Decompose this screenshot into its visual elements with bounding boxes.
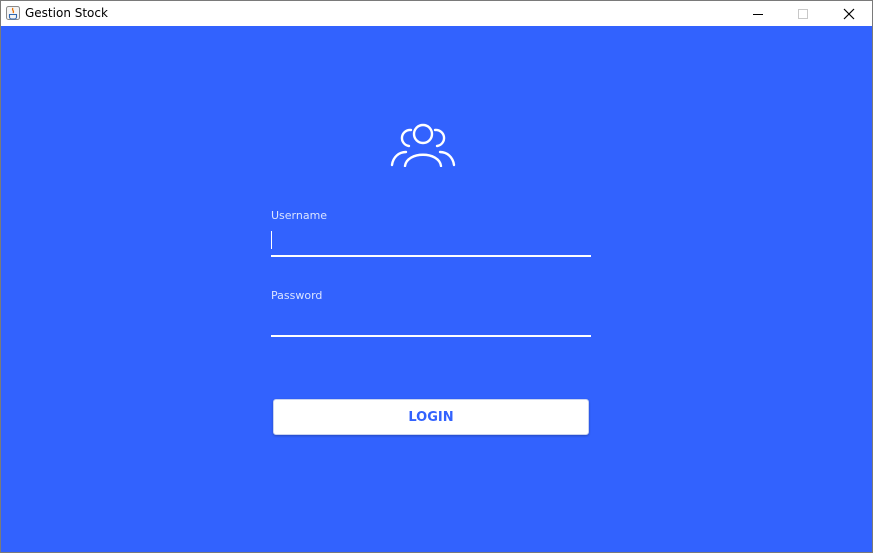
close-button[interactable] bbox=[826, 1, 871, 26]
users-icon bbox=[390, 123, 456, 167]
minimize-icon bbox=[752, 13, 763, 15]
password-input[interactable] bbox=[271, 311, 591, 337]
password-label: Password bbox=[271, 289, 323, 302]
title-bar[interactable]: Gestion Stock bbox=[1, 1, 872, 26]
java-icon bbox=[6, 6, 20, 20]
login-panel: Username Password LOGIN bbox=[1, 26, 872, 552]
login-button[interactable]: LOGIN bbox=[273, 399, 589, 435]
maximize-icon bbox=[797, 8, 808, 19]
window-title: Gestion Stock bbox=[25, 6, 108, 20]
minimize-button[interactable] bbox=[735, 1, 780, 26]
username-label: Username bbox=[271, 209, 328, 222]
close-icon bbox=[843, 8, 854, 19]
text-caret bbox=[271, 231, 272, 249]
username-input[interactable] bbox=[271, 231, 591, 257]
maximize-button[interactable] bbox=[780, 1, 825, 26]
app-window: Gestion Stock Username Password LOGIN bbox=[0, 0, 873, 553]
